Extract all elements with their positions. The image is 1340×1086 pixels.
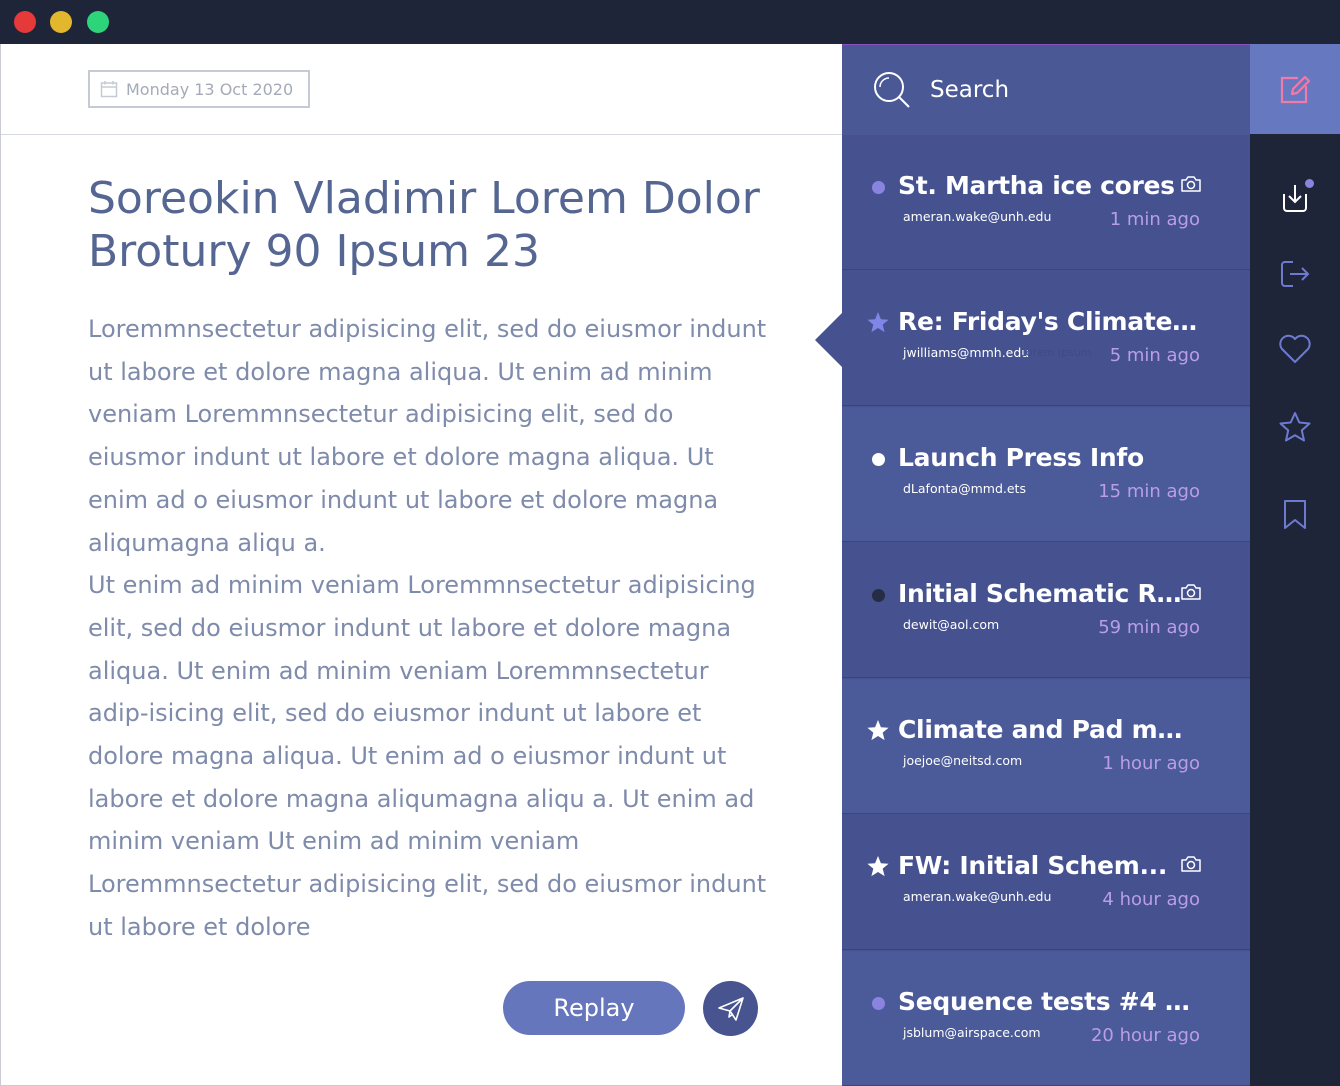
mail-subject: Launch Press Info [898,443,1144,472]
mail-timestamp: 1 hour ago [1102,753,1200,774]
search-bar[interactable]: Search [842,45,1250,135]
maximize-window-button[interactable] [87,11,109,33]
mail-sender: joejoe@neitsd.com [903,753,1023,768]
mail-subject: Sequence tests #4 & #7 [898,987,1198,1016]
mail-list-item[interactable]: Re: Friday's Climate@H... jwilliams@mmh.e… [842,271,1250,406]
mail-list-item[interactable]: Initial Schematic Re... dewit@aol.com 59 m… [842,543,1250,678]
star-icon[interactable] [866,311,890,335]
mail-timestamp: 15 min ago [1098,481,1200,502]
unread-dot-icon[interactable] [866,991,890,1015]
bookmarks-button[interactable] [1278,498,1312,532]
mail-list-item[interactable]: FW: Initial Schem... ameran.wake@unh.edu 4… [842,815,1250,950]
inbox-button[interactable] [1278,179,1314,215]
mail-subject: Climate and Pad moisture [898,715,1198,744]
mail-subject: FW: Initial Schem... [898,851,1168,880]
mail-subject: Initial Schematic Re... [898,579,1198,608]
mail-timestamp: 4 hour ago [1102,889,1200,910]
mail-list-item[interactable]: Launch Press Info dLafonta@mmd.ets 15 min … [842,407,1250,542]
mail-sender: ameran.wake@unh.edu [903,889,1052,904]
selection-pointer [815,312,843,368]
calendar-icon [100,81,118,98]
mail-list-panel: Search St. Martha ice cores ameran.wake@u… [842,44,1250,1086]
paper-plane-icon [717,996,744,1021]
reply-button[interactable]: Replay [503,981,685,1035]
mail-sender: jwilliams@mmh.edu [903,345,1030,360]
icon-rail [1250,44,1340,1086]
star-icon [1279,412,1311,442]
unread-dot-icon[interactable] [866,447,890,471]
logout-icon [1281,261,1310,287]
compose-button[interactable] [1250,44,1340,134]
logout-button[interactable] [1278,257,1312,291]
starred-button[interactable] [1278,410,1312,444]
unread-dot-icon[interactable] [866,583,890,607]
message-reader: Monday 13 Oct 2020 Soreokin Vladimir Lor… [0,44,843,1086]
mail-sender: dLafonta@mmd.ets [903,481,1026,496]
camera-icon [1180,855,1202,873]
star-icon[interactable] [866,719,890,743]
date-field[interactable]: Monday 13 Oct 2020 [88,70,310,108]
mail-sender: jsblum@airspace.com [903,1025,1041,1040]
mail-sender: dewit@aol.com [903,617,1000,632]
mail-timestamp: 1 min ago [1109,209,1200,230]
favorites-button[interactable] [1278,332,1312,366]
message-body: Loremmnsectetur adipisicing elit, sed do… [88,308,768,949]
compose-icon [1280,75,1311,104]
mail-list-item[interactable]: Climate and Pad moisture joejoe@neitsd.co… [842,679,1250,814]
star-icon[interactable] [866,855,890,879]
camera-icon [1180,175,1202,193]
body-paragraph: Ut enim ad minim veniam Loremmnsectetur … [88,571,767,941]
mail-list-item[interactable]: Sequence tests #4 & #7 jsblum@airspace.co… [842,951,1250,1086]
camera-icon [1180,583,1202,601]
bookmark-icon [1284,500,1306,529]
send-button[interactable] [703,981,758,1036]
date-label: Monday 13 Oct 2020 [126,79,294,99]
mail-sender: ameran.wake@unh.edu [903,209,1052,224]
unread-dot-icon[interactable] [866,175,890,199]
body-paragraph: Loremmnsectetur adipisicing elit, sed do… [88,315,767,557]
notification-dot [1305,179,1314,188]
search-icon [874,72,910,108]
window-titlebar [0,0,1340,44]
mail-snippet: Lorem ipsum [1020,346,1092,359]
mail-list-item[interactable]: St. Martha ice cores ameran.wake@unh.edu 1… [842,135,1250,270]
mail-subject: St. Martha ice cores [898,171,1175,200]
close-window-button[interactable] [14,11,36,33]
mail-subject: Re: Friday's Climate@H... [898,307,1198,336]
mail-timestamp: 59 min ago [1098,617,1200,638]
mail-timestamp: 20 hour ago [1090,1025,1200,1046]
reader-header: Monday 13 Oct 2020 [1,44,843,135]
mail-timestamp: 5 min ago [1109,345,1200,366]
heart-icon [1279,334,1311,363]
minimize-window-button[interactable] [50,11,72,33]
search-input[interactable]: Search [930,77,1009,103]
message-subject: Soreokin Vladimir Lorem Dolor Brotury 90… [88,173,760,277]
